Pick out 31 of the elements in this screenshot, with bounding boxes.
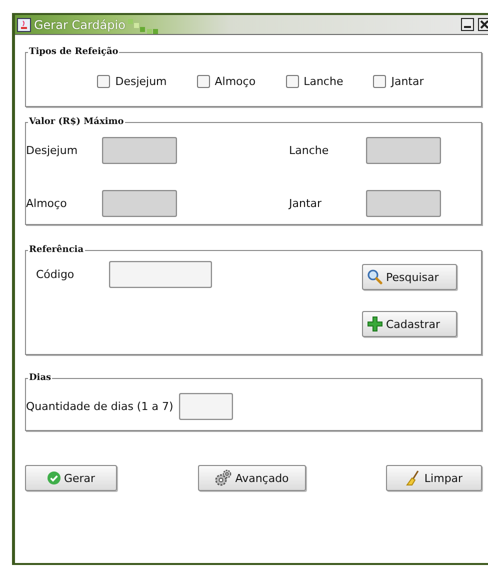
search-icon [367, 269, 383, 285]
field-label: Quantidade de dias (1 a 7) [26, 400, 174, 413]
input-field[interactable] [179, 393, 234, 420]
window-title: Gerar Cardápio [34, 18, 126, 32]
action-button[interactable]: Cadastrar [362, 311, 457, 337]
checkbox[interactable]: Desjejum [97, 75, 167, 88]
field-label: Desjejum [26, 144, 79, 157]
action-button[interactable]: Pesquisar [362, 264, 457, 290]
check-circle-icon [46, 471, 61, 485]
group-title: Tipos de Refeição [28, 47, 120, 57]
group-title: Referência [28, 245, 85, 255]
field-label: Almoço [26, 197, 68, 210]
broom-icon [405, 470, 422, 486]
field-label: Jantar [289, 197, 322, 210]
app-icon [17, 18, 31, 32]
checkbox[interactable]: Lanche [286, 75, 344, 88]
action-button[interactable]: Limpar [386, 465, 482, 491]
action-button[interactable]: Gerar [25, 465, 117, 491]
field-label: Código [36, 268, 76, 281]
checkbox[interactable]: Almoço [196, 75, 256, 88]
close-button[interactable] [478, 18, 488, 31]
group-title: Dias [28, 373, 52, 383]
action-button[interactable]: Avançado [198, 465, 306, 491]
field-label: Lanche [289, 144, 329, 157]
decorative-squares-icon [128, 18, 158, 34]
gears-icon [214, 469, 232, 487]
plus-icon [367, 316, 383, 332]
input-field[interactable] [109, 261, 212, 288]
checkbox[interactable]: Jantar [373, 75, 424, 88]
group-title: Valor (R$) Máximo [28, 117, 125, 127]
minimize-button[interactable] [461, 18, 474, 31]
